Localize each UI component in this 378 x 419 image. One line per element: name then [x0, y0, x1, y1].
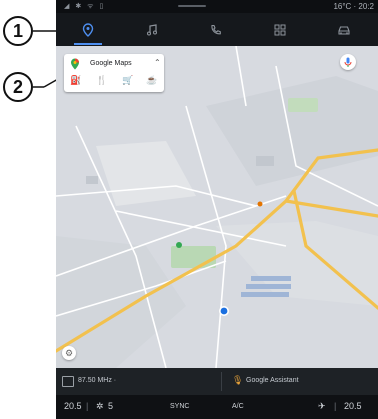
- callout-1: 1: [3, 16, 33, 46]
- restaurant-icon[interactable]: 🍴: [96, 75, 107, 86]
- google-maps-pin-icon: [71, 58, 79, 70]
- ac-button[interactable]: A/C: [232, 403, 244, 410]
- car-icon: [338, 25, 350, 35]
- top-nav: [56, 13, 378, 46]
- radio-icon: [62, 376, 74, 387]
- gas-station-icon[interactable]: ⛽: [70, 75, 81, 86]
- google-maps-search-card[interactable]: Google Maps ⌃ ⛽ 🍴 🛒 ☕: [64, 54, 164, 92]
- head-unit-screen: ◢ ✱ ᯤ ▯ 16°C · 20:2 Google Maps ⌃ ⛽ 🍴 🛒 …: [56, 0, 378, 419]
- seat-heat-icon[interactable]: ✈: [318, 401, 326, 412]
- search-card-title: Google Maps: [90, 60, 132, 67]
- callout-2: 2: [3, 72, 33, 102]
- chevron-up-icon[interactable]: ⌃: [154, 58, 161, 67]
- media-divider: [221, 372, 222, 391]
- voice-search-button[interactable]: [340, 54, 356, 70]
- status-icons: ◢ ✱ ᯤ ▯: [64, 3, 106, 10]
- nav-navigation[interactable]: [56, 13, 120, 46]
- google-assistant-button[interactable]: Google Assistant: [246, 377, 299, 384]
- sync-button[interactable]: SYNC: [170, 403, 189, 410]
- map-canvas: [56, 46, 378, 368]
- fan-icon: ✲: [96, 401, 104, 411]
- temp-divider-right: |: [334, 401, 337, 411]
- climate-bar: 20.5 | ✲ 5 SYNC A/C ✈ | 20.5: [56, 395, 378, 419]
- coffee-icon[interactable]: ☕: [146, 75, 157, 86]
- radio-frequency[interactable]: 87.50 MHz ·: [78, 377, 116, 384]
- assistant-microphone-icon: 🎙: [232, 375, 244, 385]
- fan-speed[interactable]: 5: [108, 401, 113, 411]
- apps-grid-icon: [274, 24, 286, 35]
- status-bar: ◢ ✱ ᯤ ▯ 16°C · 20:2: [56, 0, 378, 13]
- phone-icon: [211, 24, 221, 34]
- recenter-button[interactable]: ⚙: [62, 346, 76, 360]
- nav-vehicle[interactable]: [312, 13, 376, 46]
- temp-divider: |: [86, 401, 89, 411]
- temperature-time: 16°C · 20:2: [333, 2, 374, 11]
- drag-handle[interactable]: [178, 5, 206, 7]
- map-view[interactable]: Google Maps ⌃ ⛽ 🍴 🛒 ☕ ⚙: [56, 46, 378, 368]
- navigation-pin-icon: [82, 22, 94, 37]
- music-note-icon: [147, 23, 157, 35]
- nav-music[interactable]: [120, 13, 184, 46]
- left-temperature[interactable]: 20.5: [64, 401, 82, 411]
- microphone-icon: [344, 57, 352, 67]
- shopping-cart-icon[interactable]: 🛒: [122, 75, 133, 86]
- settings-gear-icon: ⚙: [64, 348, 74, 358]
- media-bar: 87.50 MHz · 🎙 Google Assistant: [56, 368, 378, 395]
- nav-apps[interactable]: [248, 13, 312, 46]
- nav-phone[interactable]: [184, 13, 248, 46]
- right-temperature[interactable]: 20.5: [344, 401, 362, 411]
